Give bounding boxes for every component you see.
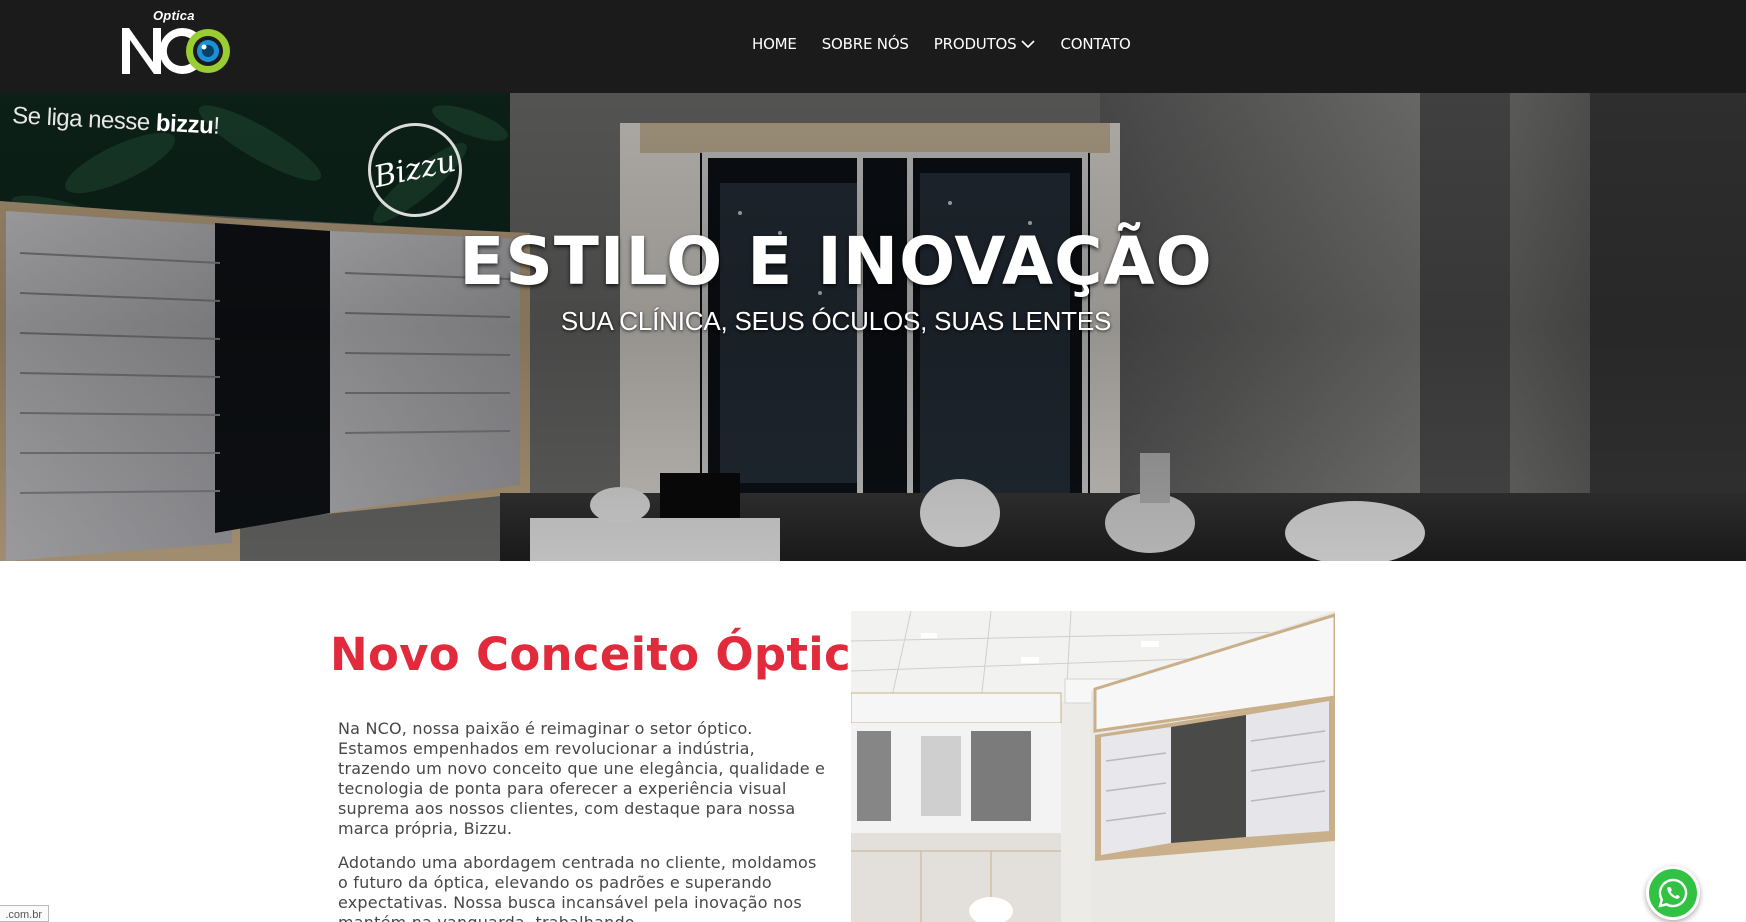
hero-title: ESTILO E INOVAÇÃO xyxy=(459,223,1213,300)
nav-contato-label: CONTATO xyxy=(1060,35,1131,53)
main-nav: HOME SOBRE NÓS PRODUTOS CONTATO xyxy=(752,33,1156,55)
site-header: Optica HOME SOBRE NÓS PRODUTOS CONTATO xyxy=(0,0,1746,93)
hero-subtitle: SUA CLÍNICA, SEUS ÓCULOS, SUAS LENTES xyxy=(560,306,1112,336)
nav-home[interactable]: HOME xyxy=(752,33,797,55)
nav-produtos[interactable]: PRODUTOS xyxy=(934,33,1036,55)
nav-home-label: HOME xyxy=(752,35,797,53)
section-title: Novo Conceito Óptico xyxy=(330,628,883,681)
hero-banner: Se liga nesse bizzu! Bizzu ESTILO E INOV… xyxy=(0,93,1746,561)
nav-produtos-label: PRODUTOS xyxy=(933,35,1017,53)
nav-contato[interactable]: CONTATO xyxy=(1060,33,1130,55)
store-showroom-photo xyxy=(851,611,1335,922)
nco-logo-mark xyxy=(122,27,230,74)
whatsapp-button[interactable] xyxy=(1646,866,1700,920)
about-paragraph-2: Adotando uma abordagem centrada no clien… xyxy=(338,853,817,922)
wall-slogan-bold: bizzu xyxy=(155,109,214,140)
nav-sobre-nos-label: SOBRE NÓS xyxy=(821,35,909,53)
nco-logo[interactable]: Optica xyxy=(120,8,235,80)
footer-domain-tag: .com.br xyxy=(0,905,49,922)
whatsapp-icon xyxy=(1658,878,1688,908)
chevron-down-icon xyxy=(1021,39,1036,48)
nav-sobre-nos[interactable]: SOBRE NÓS xyxy=(822,33,909,55)
about-paragraph-1: Na NCO, nossa paixão é reimaginar o seto… xyxy=(338,719,826,838)
logo-optica-text: Optica xyxy=(153,8,195,23)
